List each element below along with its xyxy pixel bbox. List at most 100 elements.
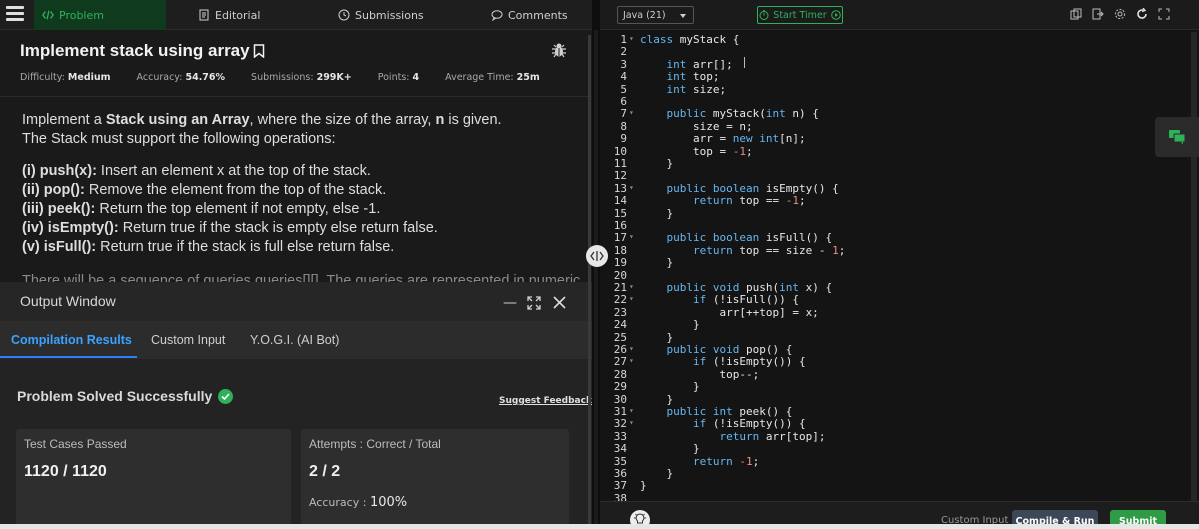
tab-yogi-ai-bot[interactable]: Y.O.G.I. (AI Bot) <box>250 333 339 347</box>
code-line[interactable]: 28 top--; <box>600 367 1199 381</box>
menu-icon[interactable] <box>6 6 24 22</box>
bug-report-icon[interactable] <box>551 42 567 58</box>
code-line[interactable]: 8 size = n; <box>600 120 1199 133</box>
code-line[interactable]: 32 ▾ if (!isEmpty()) { <box>600 417 1199 431</box>
code-line[interactable]: 19 } <box>600 256 1199 269</box>
result-accuracy-value: 100% <box>369 495 408 510</box>
operation-item: (v) isFull(): Return true if the stack i… <box>22 238 582 257</box>
code-line[interactable]: 35 return -1; <box>600 455 1199 468</box>
code-line[interactable]: 13 ▾ public boolean isEmpty() { <box>600 181 1199 195</box>
code-line[interactable]: 20 <box>600 269 1199 282</box>
code-line[interactable]: 31 ▾ public int peek() { <box>600 405 1199 418</box>
code-line[interactable]: 27 ▾ if (!isEmpty()) { <box>600 355 1199 369</box>
code-line[interactable]: 26 ▾ public void pop() { <box>600 343 1199 356</box>
suggest-feedback-link[interactable]: Suggest Feedback <box>499 396 592 406</box>
accuracy-value: 54.76% <box>185 72 226 83</box>
code-line[interactable]: 3 int arr[]; <box>600 57 1199 71</box>
code-line[interactable]: 6 <box>600 95 1199 108</box>
line-number: 1 <box>620 33 627 46</box>
code-line[interactable]: 5 int size; <box>600 83 1199 96</box>
code-line[interactable]: 17 ▾ public boolean isFull() { <box>600 231 1199 244</box>
language-select[interactable]: Java (21) <box>617 6 694 24</box>
code-line[interactable]: 29 } <box>600 380 1199 393</box>
code-line[interactable]: 25 } <box>600 330 1199 344</box>
tab-editorial[interactable]: Editorial <box>198 0 260 30</box>
code-line[interactable]: 1 ▾ class myStack { <box>600 33 1199 46</box>
line-number: 27 <box>613 355 627 369</box>
tab-compilation-results[interactable]: Compilation Results <box>11 333 132 347</box>
tab-custom-input[interactable]: Custom Input <box>151 333 225 347</box>
line-number: 32 <box>613 417 627 431</box>
code-text: } <box>640 330 674 344</box>
resize-handle-icon[interactable] <box>586 245 608 267</box>
code-text: public void push(int x) { <box>666 281 833 294</box>
copy-icon[interactable] <box>1070 8 1082 20</box>
start-timer-button[interactable]: Start Timer <box>757 6 843 24</box>
tab-editorial-label: Editorial <box>215 8 261 22</box>
code-line[interactable]: 38 <box>600 492 1199 501</box>
fold-arrow-icon[interactable]: ▾ <box>629 183 634 192</box>
problem-description: Implement a Stack using an Array, where … <box>22 111 582 291</box>
gear-icon[interactable] <box>1114 8 1126 20</box>
intro-bold: Stack using an Array <box>105 112 250 128</box>
code-line[interactable]: 34 } <box>600 442 1199 455</box>
code-line[interactable]: 12 <box>600 169 1199 182</box>
code-line[interactable]: 36 } <box>600 467 1199 480</box>
code-line[interactable]: 23 arr[++top] = x; <box>600 306 1199 319</box>
editor-scrollbar[interactable] <box>1191 32 1197 502</box>
code-editor[interactable]: 1 ▾ class myStack {2 3 int arr[]; 4 int top;… <box>600 30 1199 501</box>
code-line[interactable]: 16 <box>600 219 1199 232</box>
tab-problem[interactable]: Problem <box>34 0 166 30</box>
code-text: int arr[]; <box>666 57 733 71</box>
code-line[interactable]: 15 } <box>600 207 1199 220</box>
line-number: 36 <box>613 467 627 480</box>
fold-arrow-icon[interactable]: ▾ <box>629 294 634 303</box>
expand-icon[interactable] <box>527 296 541 310</box>
code-line[interactable]: 24 } <box>600 318 1199 332</box>
code-line[interactable]: 21 ▾ public void push(int x) { <box>600 281 1199 294</box>
minimize-icon[interactable]: — <box>503 295 517 311</box>
code-text: return arr[top]; <box>719 429 826 443</box>
fold-arrow-icon[interactable]: ▾ <box>629 406 634 415</box>
problem-title-text: Implement stack using array <box>20 41 250 60</box>
line-number: 6 <box>620 95 627 108</box>
code-line[interactable]: 22 ▾ if (!isFull()) { <box>600 293 1199 306</box>
tab-comments[interactable]: Comments <box>491 0 568 30</box>
export-icon[interactable] <box>1092 8 1104 20</box>
code-line[interactable]: 14 return top == -1; <box>600 194 1199 208</box>
fold-arrow-icon[interactable]: ▾ <box>629 418 634 427</box>
fold-arrow-icon[interactable]: ▾ <box>629 356 634 365</box>
code-line[interactable]: 11 } <box>600 157 1199 170</box>
close-icon[interactable] <box>553 296 566 309</box>
fold-arrow-icon[interactable]: ▾ <box>629 34 634 43</box>
fold-arrow-icon[interactable]: ▾ <box>629 108 634 117</box>
fold-arrow-icon[interactable]: ▾ <box>629 282 634 291</box>
bookmark-icon[interactable] <box>253 44 265 58</box>
code-line[interactable]: 4 int top; <box>600 70 1199 83</box>
code-line[interactable]: 7 ▾ public myStack(int n) { <box>600 107 1199 120</box>
chat-button[interactable] <box>1155 117 1199 157</box>
reset-icon[interactable] <box>1136 8 1148 20</box>
problem-tabs-bar: Problem Editorial Submissions Comments <box>0 0 592 30</box>
operation-item: (i) push(x): Insert an element x at the … <box>22 162 582 181</box>
code-line[interactable]: 37} <box>600 479 1199 492</box>
problem-scrollbar[interactable] <box>588 35 591 525</box>
code-text: top--; <box>640 367 760 381</box>
fold-arrow-icon[interactable]: ▾ <box>629 344 634 353</box>
fullscreen-icon[interactable] <box>1158 8 1170 20</box>
code-line[interactable]: 9 arr = new int[n]; <box>600 132 1199 145</box>
code-line[interactable]: 2 <box>600 45 1199 58</box>
tab-submissions[interactable]: Submissions <box>338 0 424 30</box>
attempts-value: 2 / 2 <box>309 463 341 480</box>
code-line[interactable]: 33 return arr[top]; <box>600 429 1199 443</box>
code-line[interactable]: 10 top = -1; <box>600 145 1199 158</box>
code-text: public boolean isEmpty() { <box>666 181 839 195</box>
average-time: Average Time: 25m <box>445 72 540 83</box>
difficulty-label: Difficulty: <box>20 72 65 83</box>
fold-arrow-icon[interactable]: ▾ <box>629 232 634 241</box>
line-number: 11 <box>613 157 627 170</box>
line-number: 24 <box>613 318 627 332</box>
line-number: 14 <box>613 194 627 208</box>
code-line[interactable]: 18 return top == size - 1; <box>600 244 1199 257</box>
code-line[interactable]: 30 } <box>600 393 1199 406</box>
